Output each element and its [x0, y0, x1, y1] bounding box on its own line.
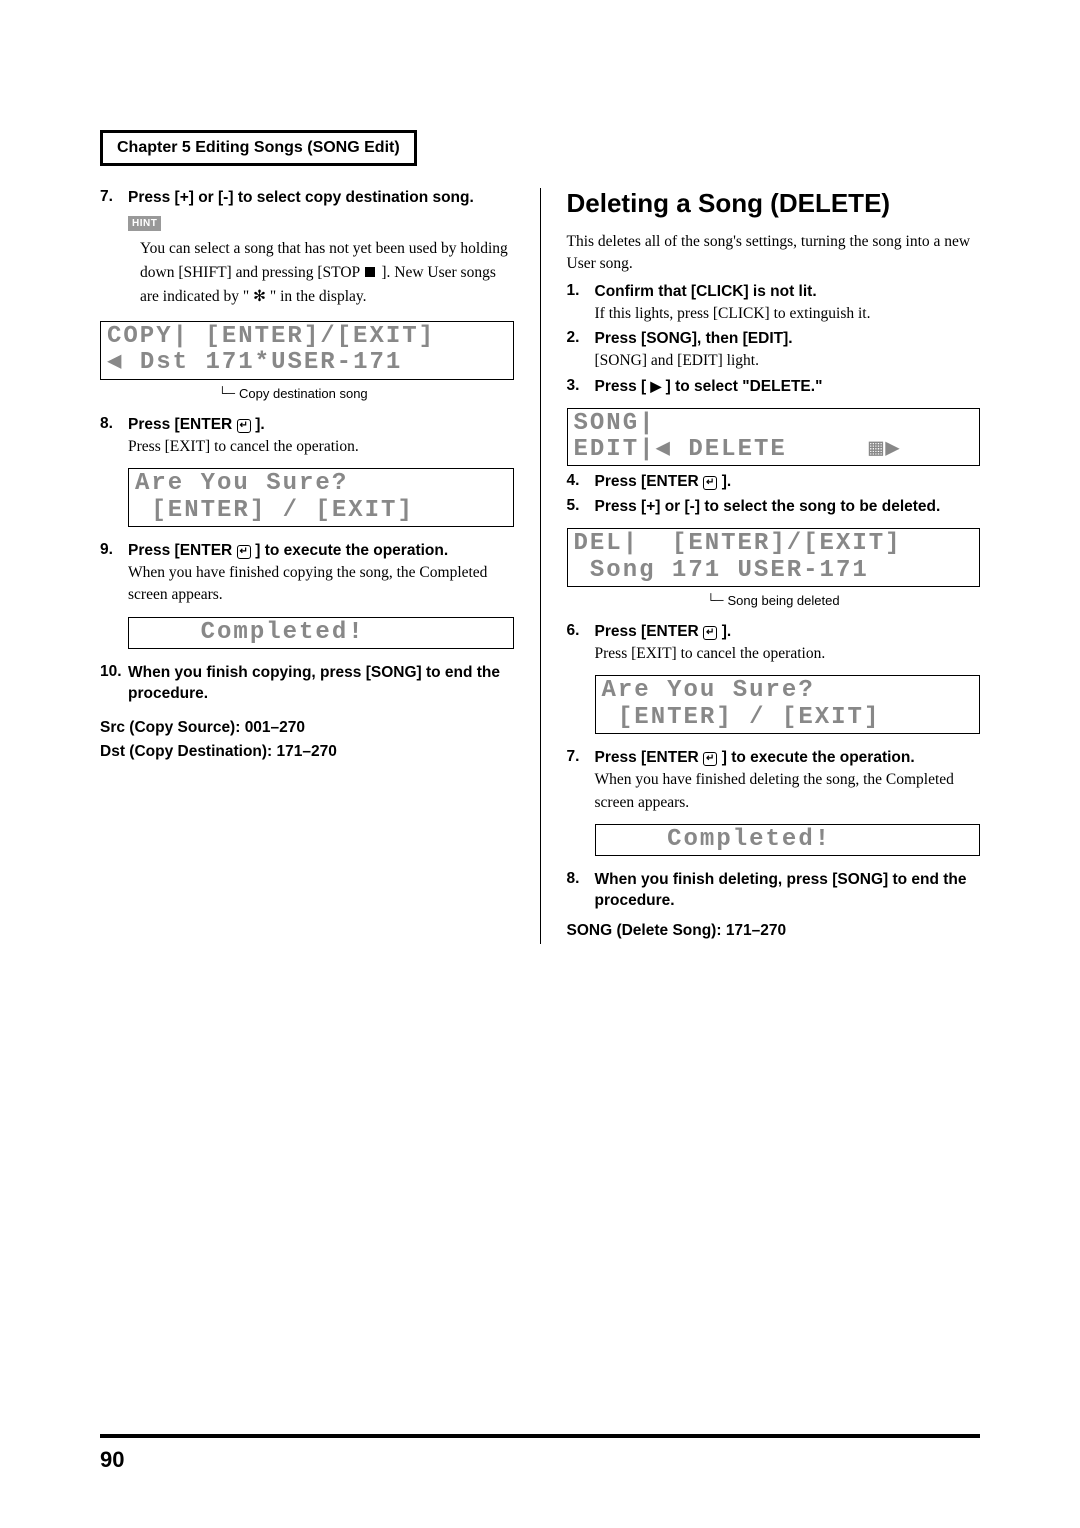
step-10: 10. When you finish copying, press [SONG…: [100, 663, 514, 705]
lcd-line1: SONG|: [574, 411, 974, 437]
src-range: Src (Copy Source): 001–270: [100, 719, 514, 737]
lcd-line2: EDIT|◀ DELETE ▦▶: [574, 437, 974, 463]
footer-rule: [100, 1434, 980, 1438]
manual-page: Chapter 5 Editing Songs (SONG Edit) 7. P…: [0, 0, 1080, 1528]
enter-icon: ↵: [237, 419, 251, 433]
step-number: 6.: [567, 622, 595, 665]
step-instruction: Press [+] or [-] to select copy destinat…: [128, 188, 514, 209]
step-3: 3. Press [ ▶ ] to select "DELETE.": [567, 377, 981, 398]
step-8: 8. Press [ENTER ↵ ]. Press [EXIT] to can…: [100, 415, 514, 458]
lcd-line2: Completed!: [135, 620, 507, 646]
lcd-screen-copy-dst: COPY| [ENTER]/[EXIT] ◀ Dst 171*USER-171: [100, 321, 514, 380]
lcd-line2: ◀ Dst 171*USER-171: [107, 350, 507, 376]
step-instruction: Press [ENTER ↵ ].: [595, 472, 981, 493]
lcd-line2: Completed!: [602, 827, 974, 853]
stop-icon: [365, 267, 375, 277]
step-number: 9.: [100, 541, 128, 607]
step-9: 9. Press [ENTER ↵ ] to execute the opera…: [100, 541, 514, 607]
two-column-layout: 7. Press [+] or [-] to select copy desti…: [100, 188, 980, 944]
step-number: 8.: [100, 415, 128, 458]
enter-icon: ↵: [703, 626, 717, 640]
step-6: 6. Press [ENTER ↵ ]. Press [EXIT] to can…: [567, 622, 981, 665]
step-instruction: Press [ENTER ↵ ].: [595, 622, 981, 643]
enter-icon: ↵: [703, 476, 717, 490]
step-detail: When you have finished deleting the song…: [595, 769, 981, 814]
page-number: 90: [100, 1447, 124, 1473]
lcd-screen-del-song: DEL| [ENTER]/[EXIT] Song 171 USER-171: [567, 528, 981, 587]
step-instruction: When you finish copying, press [SONG] to…: [128, 663, 514, 705]
step-number: 7.: [567, 748, 595, 814]
step-detail: Press [EXIT] to cancel the operation.: [128, 436, 514, 458]
lcd-screen-completed: Completed!: [128, 617, 514, 649]
step-4: 4. Press [ENTER ↵ ].: [567, 472, 981, 493]
lcd-line1: DEL| [ENTER]/[EXIT]: [574, 531, 974, 557]
step-number: 10.: [100, 663, 128, 705]
caption-arrow-icon: └─: [218, 386, 235, 400]
step-instruction: Press [ ▶ ] to select "DELETE.": [595, 377, 981, 398]
step-detail: Press [EXIT] to cancel the operation.: [595, 643, 981, 665]
lcd-line1: Are You Sure?: [135, 471, 507, 497]
step-instruction: Press [ENTER ↵ ].: [128, 415, 514, 436]
step-number: 2.: [567, 329, 595, 372]
lcd-screen-song-edit: SONG| EDIT|◀ DELETE ▦▶: [567, 408, 981, 467]
lcd-line1: Are You Sure?: [602, 678, 974, 704]
lcd-line2: [ENTER] / [EXIT]: [602, 705, 974, 731]
step-instruction: Press [+] or [-] to select the song to b…: [595, 497, 981, 518]
step-detail: When you have finished copying the song,…: [128, 562, 514, 607]
lcd-screen-confirm: Are You Sure? [ENTER] / [EXIT]: [128, 468, 514, 527]
step-1: 1. Confirm that [CLICK] is not lit. If t…: [567, 282, 981, 325]
step-instruction: Press [SONG], then [EDIT].: [595, 329, 981, 350]
delete-range: SONG (Delete Song): 171–270: [567, 922, 981, 940]
step-number: 8.: [567, 870, 595, 912]
section-title: Deleting a Song (DELETE): [567, 188, 981, 219]
caption-arrow-icon: └─: [707, 593, 724, 607]
step-number: 7.: [100, 188, 128, 209]
step-number: 3.: [567, 377, 595, 398]
lcd-line2: Song 171 USER-171: [574, 558, 974, 584]
hint-text: You can select a song that has not yet b…: [140, 237, 514, 309]
step-5: 5. Press [+] or [-] to select the song t…: [567, 497, 981, 518]
step-instruction: Press [ENTER ↵ ] to execute the operatio…: [128, 541, 514, 562]
step-number: 1.: [567, 282, 595, 325]
dst-range: Dst (Copy Destination): 171–270: [100, 743, 514, 761]
hint-badge: HINT: [128, 216, 161, 231]
lcd-screen-completed: Completed!: [595, 824, 981, 856]
step-detail: If this lights, press [CLICK] to extingu…: [595, 303, 981, 325]
step-instruction: Press [ENTER ↵ ] to execute the operatio…: [595, 748, 981, 769]
lcd-line1: COPY| [ENTER]/[EXIT]: [107, 324, 507, 350]
left-column: 7. Press [+] or [-] to select copy desti…: [100, 188, 514, 944]
step-instruction: Confirm that [CLICK] is not lit.: [595, 282, 981, 303]
step-instruction: When you finish deleting, press [SONG] t…: [595, 870, 981, 912]
lcd-screen-confirm: Are You Sure? [ENTER] / [EXIT]: [595, 675, 981, 734]
enter-icon: ↵: [703, 752, 717, 766]
step-7: 7. Press [ENTER ↵ ] to execute the opera…: [567, 748, 981, 814]
step-number: 4.: [567, 472, 595, 493]
right-arrow-icon: ▶: [651, 378, 662, 394]
chapter-header: Chapter 5 Editing Songs (SONG Edit): [100, 130, 417, 166]
step-2: 2. Press [SONG], then [EDIT]. [SONG] and…: [567, 329, 981, 372]
right-column: Deleting a Song (DELETE) This deletes al…: [540, 188, 981, 944]
step-detail: [SONG] and [EDIT] light.: [595, 350, 981, 372]
lcd-caption: Song being deleted: [728, 593, 840, 608]
step-7: 7. Press [+] or [-] to select copy desti…: [100, 188, 514, 209]
lcd-line2: [ENTER] / [EXIT]: [135, 498, 507, 524]
step-number: 5.: [567, 497, 595, 518]
lcd-caption: Copy destination song: [239, 386, 368, 401]
step-8: 8. When you finish deleting, press [SONG…: [567, 870, 981, 912]
section-intro: This deletes all of the song's settings,…: [567, 231, 981, 276]
enter-icon: ↵: [237, 545, 251, 559]
